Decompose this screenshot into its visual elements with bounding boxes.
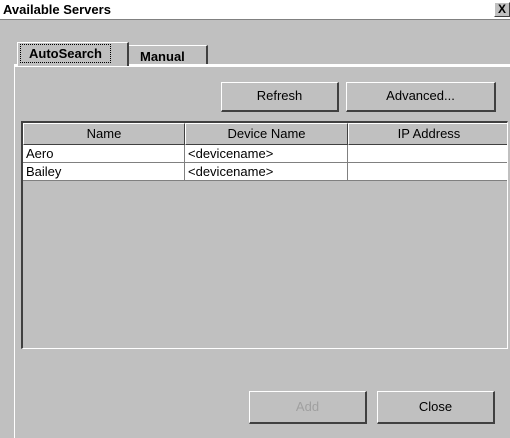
cell-ip-address [348, 163, 507, 180]
column-header-ip-address[interactable]: IP Address [348, 123, 507, 145]
cell-device-name: <devicename> [185, 145, 348, 162]
add-button[interactable]: Add [249, 391, 367, 424]
advanced-button[interactable]: Advanced... [346, 82, 496, 112]
cell-device-name: <devicename> [185, 163, 348, 180]
table-row[interactable]: Aero <devicename> [23, 145, 507, 163]
close-icon[interactable]: X [494, 2, 510, 17]
cell-ip-address [348, 145, 507, 162]
close-button[interactable]: Close [377, 391, 495, 424]
tab-manual[interactable]: Manual [128, 45, 208, 65]
table-row[interactable]: Bailey <devicename> [23, 163, 507, 181]
tab-manual-label: Manual [140, 49, 185, 64]
window-title: Available Servers [3, 2, 111, 17]
tab-panel-left-edge [14, 64, 15, 438]
cell-name: Bailey [23, 163, 185, 180]
tab-autosearch[interactable]: AutoSearch [17, 42, 129, 66]
column-header-device-name[interactable]: Device Name [185, 123, 348, 145]
cell-name: Aero [23, 145, 185, 162]
refresh-button[interactable]: Refresh [221, 82, 339, 112]
server-list[interactable]: Name Device Name IP Address Aero <device… [21, 121, 508, 349]
title-bar[interactable]: Available Servers X [0, 0, 510, 20]
tab-autosearch-label: AutoSearch [20, 44, 111, 63]
column-header-name[interactable]: Name [23, 123, 185, 145]
available-servers-dialog: Available Servers X AutoSearch Manual Re… [0, 0, 510, 438]
